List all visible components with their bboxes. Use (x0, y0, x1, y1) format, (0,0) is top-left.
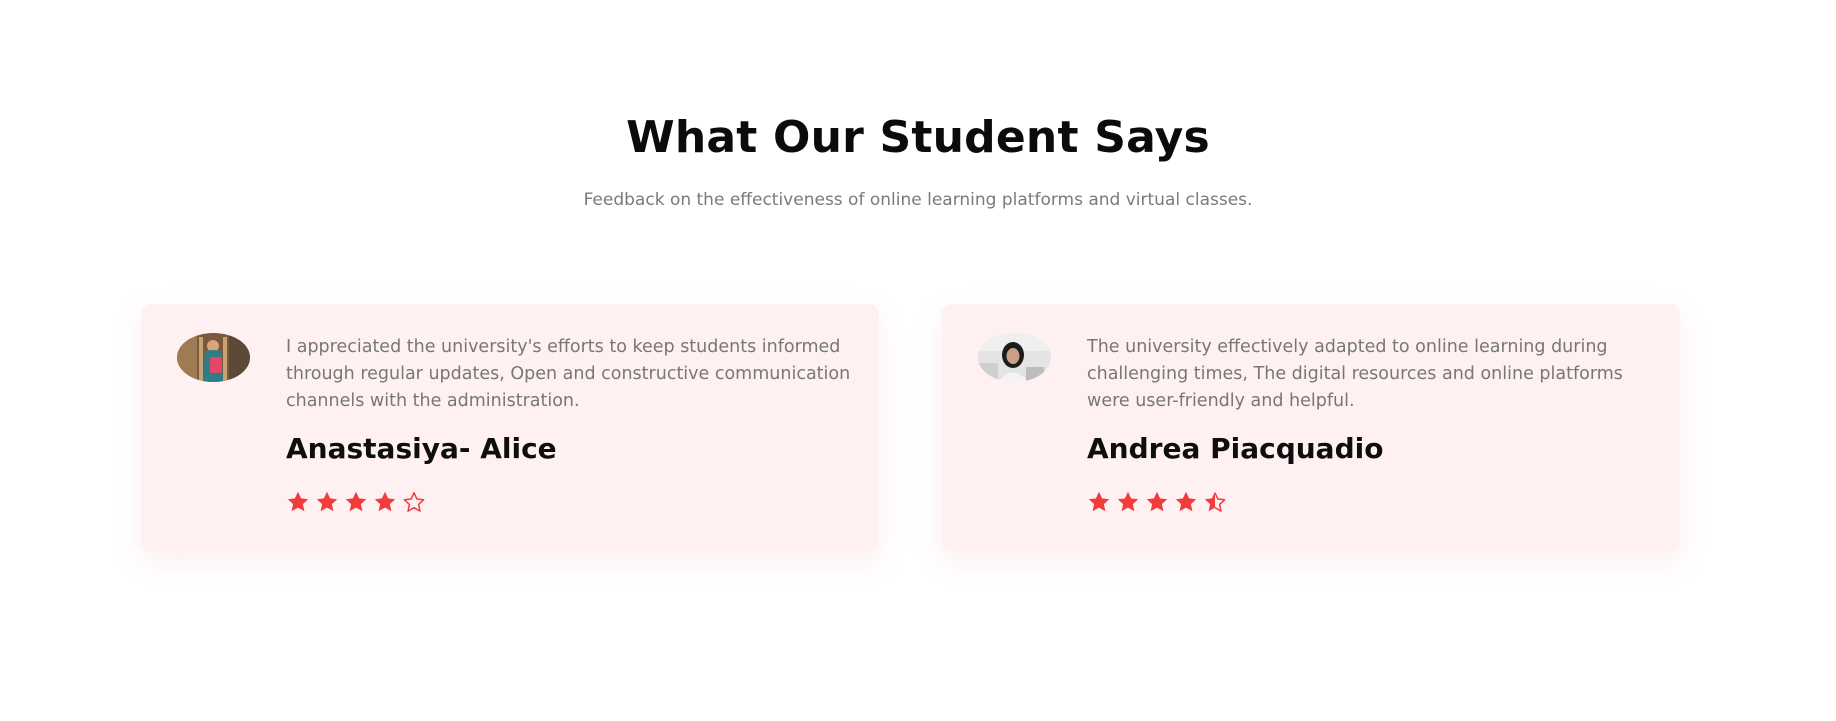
testimonials-section: What Our Student Says Feedback on the ef… (0, 0, 1836, 721)
section-title: What Our Student Says (626, 112, 1210, 163)
star-filled-icon (1146, 491, 1168, 512)
student-name: Anastasiya- Alice (286, 432, 557, 465)
section-subtitle: Feedback on the effectiveness of online … (583, 190, 1253, 210)
testimonial-quote: I appreciated the university's efforts t… (286, 337, 851, 411)
avatar (978, 333, 1051, 382)
testimonial-quote: The university effectively adapted to on… (1087, 337, 1623, 411)
student-name: Andrea Piacquadio (1087, 432, 1384, 465)
avatar (177, 333, 250, 382)
star-rating (286, 490, 426, 516)
star-half-icon (1204, 491, 1226, 512)
star-filled-icon (316, 491, 338, 512)
testimonial-card: The university effectively adapted to on… (942, 304, 1680, 552)
star-filled-icon (1088, 491, 1110, 512)
star-empty-icon (403, 492, 425, 512)
star-filled-icon (1117, 491, 1139, 512)
star-rating (1087, 490, 1227, 516)
star-filled-icon (287, 491, 309, 512)
star-filled-icon (374, 491, 396, 512)
testimonial-card: I appreciated the university's efforts t… (141, 304, 879, 552)
star-filled-icon (1175, 491, 1197, 512)
star-filled-icon (345, 491, 367, 512)
